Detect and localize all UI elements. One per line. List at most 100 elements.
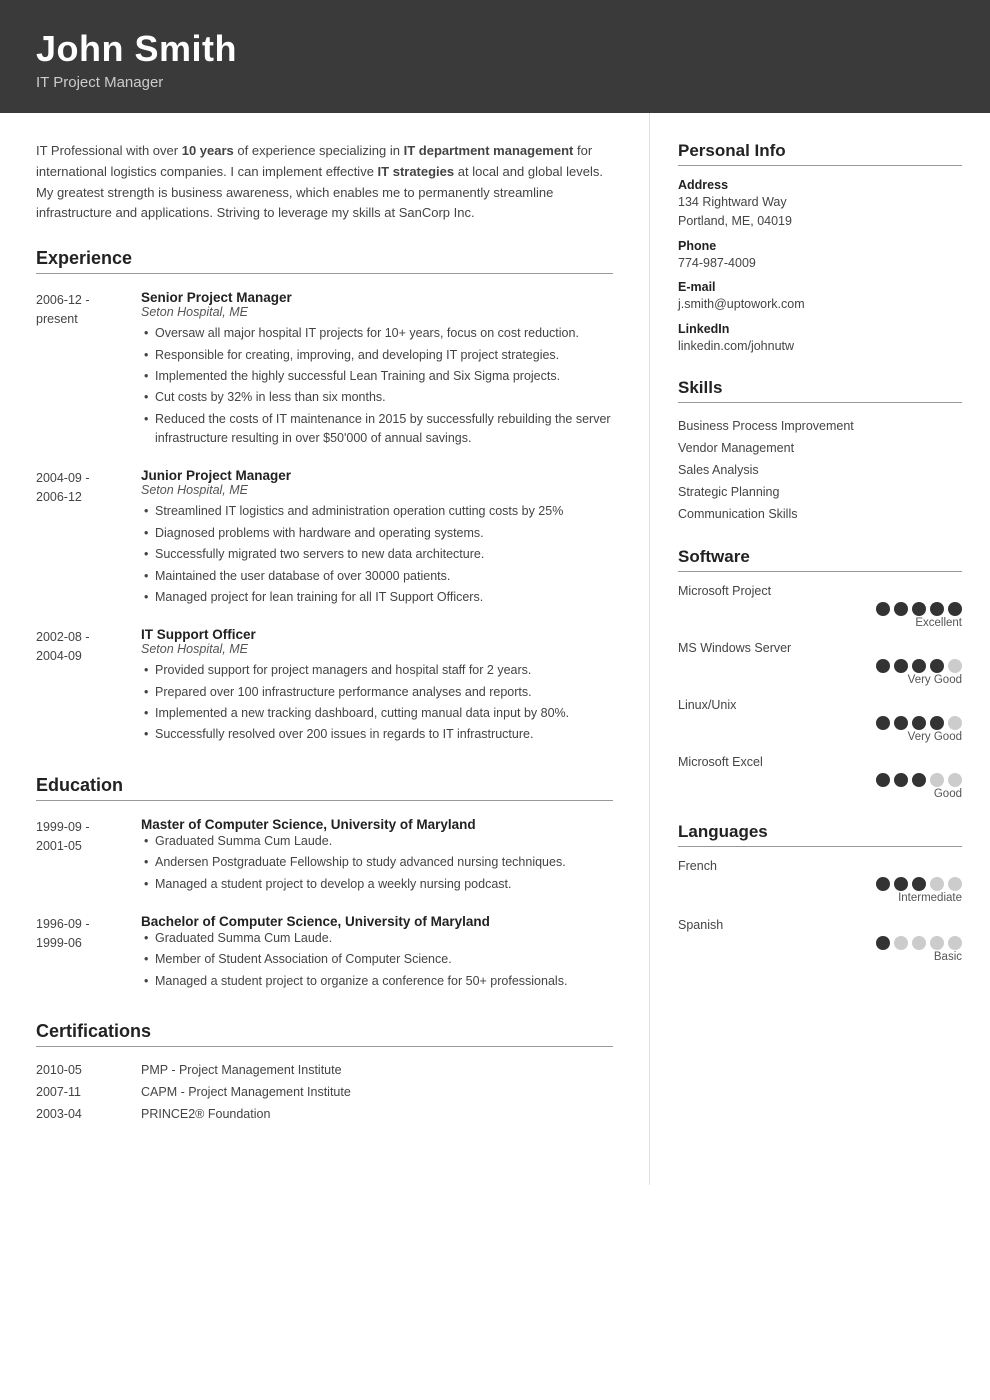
- software-name-0: Microsoft Project: [678, 584, 962, 598]
- bullet-item: Oversaw all major hospital IT projects f…: [141, 324, 613, 343]
- bullet-item: Managed a student project to organize a …: [141, 972, 613, 991]
- skill-item-1: Vendor Management: [678, 437, 962, 459]
- education-title-1: Master of Computer Science, University o…: [141, 817, 613, 832]
- experience-bullets-3: Provided support for project managers an…: [141, 661, 613, 745]
- dot-icon: [930, 716, 944, 730]
- education-content-1: Master of Computer Science, University o…: [141, 817, 613, 896]
- education-date-1: 1999-09 - 2001-05: [36, 817, 141, 896]
- education-section: Education 1999-09 - 2001-05 Master of Co…: [36, 775, 613, 993]
- personal-info-email-value: j.smith@uptowork.com: [678, 295, 962, 314]
- software-dots-3: [678, 773, 962, 787]
- experience-entry-3: 2002-08 - 2004-09 IT Support Officer Set…: [36, 627, 613, 747]
- personal-info-phone-label: Phone: [678, 239, 962, 253]
- dot-icon: [948, 659, 962, 673]
- dot-icon: [912, 716, 926, 730]
- bullet-item: Graduated Summa Cum Laude.: [141, 832, 613, 851]
- software-dots-2: [678, 716, 962, 730]
- education-bullets-1: Graduated Summa Cum Laude. Andersen Post…: [141, 832, 613, 894]
- skill-item-3: Strategic Planning: [678, 481, 962, 503]
- language-name-0: French: [678, 859, 962, 873]
- bullet-item: Streamlined IT logistics and administrat…: [141, 502, 613, 521]
- experience-content-2: Junior Project Manager Seton Hospital, M…: [141, 468, 613, 609]
- software-item-3: Microsoft Excel Good: [678, 755, 962, 800]
- cert-text-1: PMP - Project Management Institute: [141, 1063, 342, 1077]
- software-name-3: Microsoft Excel: [678, 755, 962, 769]
- cert-text-2: CAPM - Project Management Institute: [141, 1085, 351, 1099]
- dot-icon: [894, 773, 908, 787]
- education-bullets-2: Graduated Summa Cum Laude. Member of Stu…: [141, 929, 613, 991]
- dot-icon: [912, 877, 926, 891]
- education-entry-1: 1999-09 - 2001-05 Master of Computer Sci…: [36, 817, 613, 896]
- education-content-2: Bachelor of Computer Science, University…: [141, 914, 613, 993]
- dot-icon: [894, 877, 908, 891]
- dot-icon: [930, 877, 944, 891]
- dot-icon: [876, 877, 890, 891]
- bullet-item: Managed a student project to develop a w…: [141, 875, 613, 894]
- cert-date-3: 2003-04: [36, 1107, 141, 1121]
- software-section-title: Software: [678, 547, 962, 572]
- dot-icon: [894, 716, 908, 730]
- dot-icon: [948, 773, 962, 787]
- education-title-2: Bachelor of Computer Science, University…: [141, 914, 613, 929]
- language-label-1: Basic: [678, 951, 962, 963]
- experience-date-3: 2002-08 - 2004-09: [36, 627, 141, 747]
- software-dots-0: [678, 602, 962, 616]
- bullet-item: Responsible for creating, improving, and…: [141, 346, 613, 365]
- dot-icon: [876, 716, 890, 730]
- candidate-name: John Smith: [36, 28, 954, 70]
- languages-section-title: Languages: [678, 822, 962, 847]
- software-item-2: Linux/Unix Very Good: [678, 698, 962, 743]
- software-label-0: Excellent: [678, 617, 962, 629]
- language-item-1: Spanish Basic: [678, 918, 962, 963]
- dot-icon: [876, 773, 890, 787]
- bullet-item: Prepared over 100 infrastructure perform…: [141, 683, 613, 702]
- software-item-0: Microsoft Project Excellent: [678, 584, 962, 629]
- cert-date-2: 2007-11: [36, 1085, 141, 1099]
- personal-info-address-label: Address: [678, 178, 962, 192]
- skill-item-2: Sales Analysis: [678, 459, 962, 481]
- dot-icon: [912, 602, 926, 616]
- skills-section-title: Skills: [678, 378, 962, 403]
- experience-bullets-2: Streamlined IT logistics and administrat…: [141, 502, 613, 607]
- software-section: Software Microsoft Project Excellent MS …: [678, 547, 962, 800]
- skill-item-4: Communication Skills: [678, 503, 962, 525]
- experience-title-1: Senior Project Manager: [141, 290, 613, 305]
- experience-company-1: Seton Hospital, ME: [141, 305, 613, 319]
- dot-icon: [894, 659, 908, 673]
- left-column: IT Professional with over 10 years of ex…: [0, 113, 650, 1185]
- dot-icon: [930, 602, 944, 616]
- main-layout: IT Professional with over 10 years of ex…: [0, 113, 990, 1185]
- experience-entry-2: 2004-09 - 2006-12 Junior Project Manager…: [36, 468, 613, 609]
- experience-title-3: IT Support Officer: [141, 627, 613, 642]
- experience-entry-1: 2006-12 - present Senior Project Manager…: [36, 290, 613, 450]
- experience-date-2: 2004-09 - 2006-12: [36, 468, 141, 609]
- software-label-2: Very Good: [678, 731, 962, 743]
- education-entry-2: 1996-09 - 1999-06 Bachelor of Computer S…: [36, 914, 613, 993]
- cert-row-3: 2003-04 PRINCE2® Foundation: [36, 1107, 613, 1121]
- experience-title-2: Junior Project Manager: [141, 468, 613, 483]
- language-dots-1: [678, 936, 962, 950]
- bullet-item: Andersen Postgraduate Fellowship to stud…: [141, 853, 613, 872]
- dot-icon: [876, 659, 890, 673]
- dot-icon: [912, 936, 926, 950]
- bullet-item: Graduated Summa Cum Laude.: [141, 929, 613, 948]
- certifications-section: Certifications 2010-05 PMP - Project Man…: [36, 1021, 613, 1121]
- language-name-1: Spanish: [678, 918, 962, 932]
- education-date-2: 1996-09 - 1999-06: [36, 914, 141, 993]
- bullet-item: Cut costs by 32% in less than six months…: [141, 388, 613, 407]
- dot-icon: [912, 773, 926, 787]
- bullet-item: Successfully migrated two servers to new…: [141, 545, 613, 564]
- experience-section-title: Experience: [36, 248, 613, 274]
- bullet-item: Managed project for lean training for al…: [141, 588, 613, 607]
- skill-item-0: Business Process Improvement: [678, 415, 962, 437]
- software-dots-1: [678, 659, 962, 673]
- dot-icon: [948, 877, 962, 891]
- cert-row-1: 2010-05 PMP - Project Management Institu…: [36, 1063, 613, 1077]
- languages-section: Languages French Intermediate Spanish: [678, 822, 962, 963]
- language-item-0: French Intermediate: [678, 859, 962, 904]
- software-label-3: Good: [678, 788, 962, 800]
- experience-content-1: Senior Project Manager Seton Hospital, M…: [141, 290, 613, 450]
- personal-info-section: Personal Info Address 134 Rightward WayP…: [678, 141, 962, 356]
- dot-icon: [912, 659, 926, 673]
- language-label-0: Intermediate: [678, 892, 962, 904]
